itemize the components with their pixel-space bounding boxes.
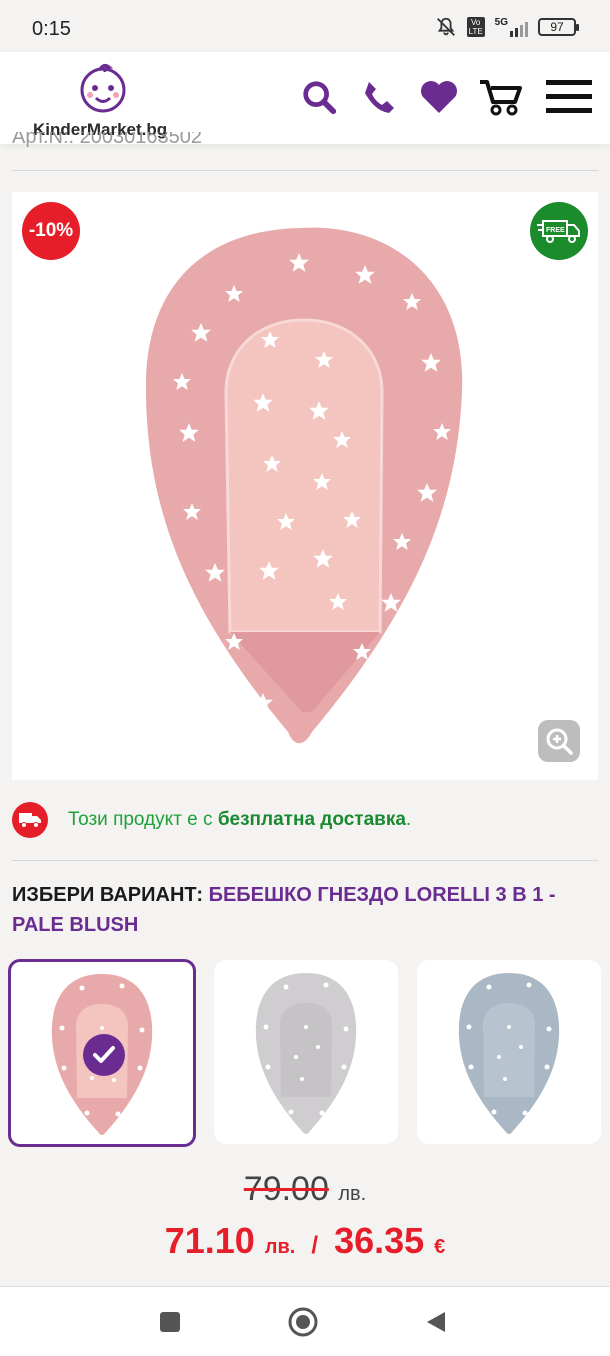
variant-thumb-grey[interactable]	[214, 960, 398, 1144]
delivery-info: Този продукт е с безплатна доставка.	[12, 800, 598, 840]
phone-icon	[365, 82, 394, 113]
menu-icon	[546, 80, 592, 113]
zoom-button[interactable]	[538, 720, 580, 762]
network-label: 5G	[494, 17, 508, 28]
recents-button[interactable]	[152, 1304, 188, 1340]
new-price: 71.10 лв. / 36.35 €	[0, 1220, 610, 1262]
divider	[12, 860, 598, 861]
zoom-in-icon	[546, 728, 573, 755]
divider	[12, 170, 598, 171]
product-image[interactable]: -10% FREE	[12, 192, 598, 780]
site-logo[interactable]: KinderMarket.bg	[30, 62, 180, 139]
price-eur: 36.35	[334, 1220, 425, 1261]
old-price: 79.00 лв.	[0, 1170, 610, 1209]
phone-button[interactable]	[356, 74, 402, 120]
currency-bgn: лв.	[264, 1236, 296, 1258]
variant-heading: ИЗБЕРИ ВАРИАНТ: БЕБЕШКО ГНЕЗДО LORELLI 3…	[12, 880, 598, 940]
article-number: Арт.N:. 20030163502	[12, 132, 202, 148]
status-time: 0:15	[32, 18, 71, 40]
search-icon	[303, 81, 337, 115]
status-icons: Vo LTE 5G 97	[435, 16, 579, 38]
free-truck-icon: FREE	[537, 220, 580, 243]
menu-button[interactable]	[546, 74, 592, 120]
home-button[interactable]	[285, 1304, 321, 1340]
wishlist-button[interactable]	[416, 74, 462, 120]
baby-nest-image	[145, 227, 463, 744]
variant-label: ИЗБЕРИ ВАРИАНТ:	[12, 884, 203, 906]
price-separator: /	[311, 1232, 319, 1259]
status-bar: 0:15 Vo LTE 5G 97	[0, 0, 610, 60]
volte-icon: Vo LTE	[466, 17, 485, 37]
heart-icon	[421, 81, 457, 113]
free-shipping-badge: FREE	[530, 202, 588, 260]
mute-icon	[436, 17, 455, 36]
search-button[interactable]	[296, 74, 342, 120]
baby-face-logo-icon	[80, 63, 126, 113]
delivery-truck-icon	[12, 802, 48, 838]
variant-thumbnails	[8, 959, 602, 1147]
back-button[interactable]	[418, 1304, 454, 1340]
selected-check-icon	[83, 1034, 125, 1076]
discount-badge: -10%	[22, 202, 80, 260]
home-circle-icon	[288, 1307, 318, 1337]
back-triangle-icon	[427, 1312, 445, 1332]
grey-nest-thumbnail	[255, 973, 357, 1134]
variant-thumb-pale-blush[interactable]	[8, 959, 196, 1147]
old-price-currency: лв.	[338, 1183, 367, 1205]
delivery-bold: безплатна доставка	[217, 809, 406, 830]
cart-icon	[480, 80, 522, 116]
site-header: KinderMarket.bg	[0, 52, 610, 144]
battery-icon: 97	[538, 18, 579, 36]
price-bgn: 71.10	[164, 1220, 255, 1261]
blue-nest-thumbnail	[458, 973, 560, 1134]
currency-eur: €	[434, 1236, 446, 1258]
delivery-text: Този продукт е с безплатна доставка.	[68, 809, 412, 830]
system-nav-bar	[0, 1286, 610, 1356]
free-label: FREE	[546, 227, 565, 234]
cart-button[interactable]	[478, 74, 524, 120]
variant-thumb-blue-grey[interactable]	[417, 960, 601, 1144]
square-icon	[160, 1312, 180, 1332]
signal-icon: 5G	[495, 17, 528, 37]
old-price-value: 79.00	[243, 1170, 329, 1208]
